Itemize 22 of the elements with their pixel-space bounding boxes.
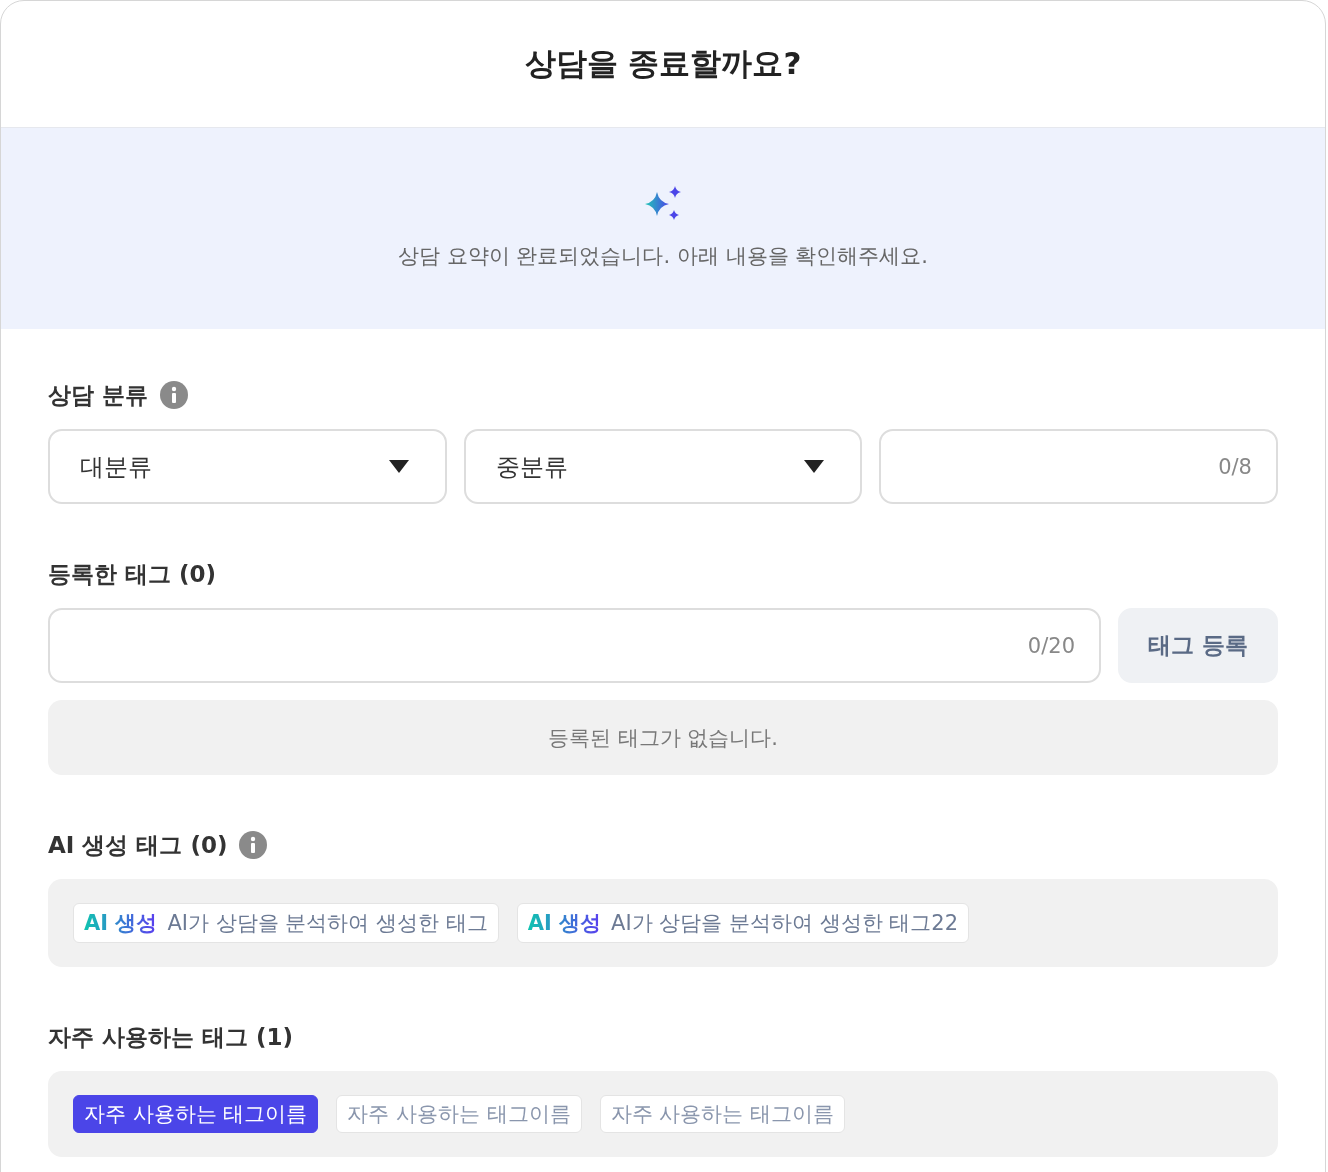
section-label: 자주 사용하는 태그 (1) bbox=[48, 1022, 294, 1052]
category-input[interactable]: 0/8 bbox=[879, 429, 1278, 504]
info-icon[interactable] bbox=[160, 381, 188, 409]
empty-message: 등록된 태그가 없습니다. bbox=[548, 724, 778, 752]
category-dropdown[interactable]: 중분류 bbox=[463, 429, 863, 504]
info-icon[interactable] bbox=[239, 831, 268, 859]
caret-icon bbox=[388, 460, 409, 473]
tag-text: AI가 상담을 분석하여 생성한 태그 bbox=[167, 910, 488, 937]
register-tag-button[interactable]: 태그 등록 bbox=[1118, 608, 1278, 683]
ai-tag-chip[interactable]: AI 생성 AI가 상담을 분석하여 생성한 태그 bbox=[73, 903, 499, 943]
tag-input[interactable]: 0/20 bbox=[48, 608, 1101, 683]
tag-text: AI가 상담을 분석하여 생성한 태그22 bbox=[611, 910, 959, 937]
caret-icon bbox=[804, 460, 825, 473]
frequent-tag-chip[interactable]: 자주 사용하는 태그이름 bbox=[599, 1095, 846, 1133]
section-label: 상담 분류 bbox=[48, 380, 148, 410]
ai-tag-chip[interactable]: AI 생성 AI가 상담을 분석하여 생성한 태그22 bbox=[516, 903, 970, 943]
frequent-tag-chip[interactable]: 자주 사용하는 태그이름 bbox=[73, 1095, 319, 1133]
summary-message: 상담 요약이 완료되었습니다. 아래 내용을 확인해주세요. bbox=[398, 243, 928, 270]
section-label: 등록한 태그 (0) bbox=[48, 559, 217, 589]
frequent-tag-chip[interactable]: 자주 사용하는 태그이름 bbox=[336, 1095, 582, 1133]
section-label: AI 생성 태그 (0) bbox=[48, 830, 228, 860]
category-dropdown[interactable]: 대분류 bbox=[48, 429, 447, 504]
